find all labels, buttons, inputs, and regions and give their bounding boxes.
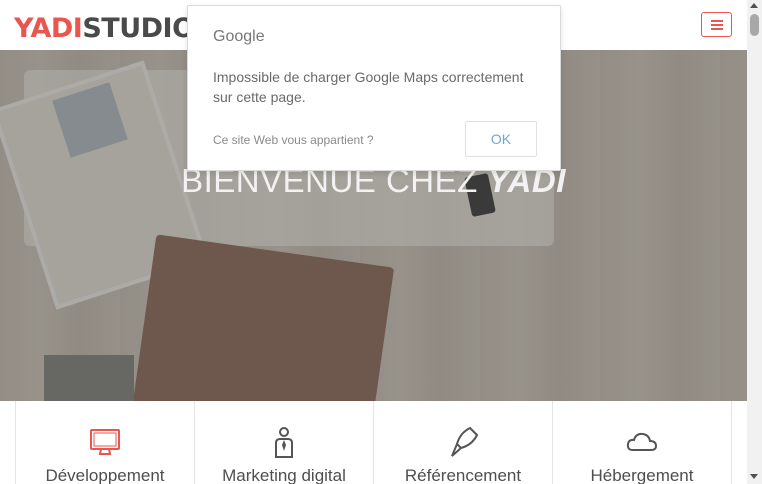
google-maps-error-dialog: Google Impossible de charger Google Maps… — [187, 5, 561, 171]
service-label: Hébergement — [590, 466, 694, 484]
scrollbar-thumb[interactable] — [750, 14, 759, 36]
rocket-icon — [451, 426, 479, 457]
logo[interactable]: YADISTUDIO — [14, 12, 195, 46]
businessman-icon — [275, 427, 293, 458]
dialog-message: Impossible de charger Google Maps correc… — [213, 69, 524, 105]
page: YADISTUDIO BIENVENUE CHEZ YADI Développe… — [0, 0, 747, 484]
services-row: Développement Marketing digital Référenc… — [15, 401, 732, 484]
cloud-icon — [626, 432, 658, 451]
service-label: Référencement — [404, 466, 522, 484]
monitor-icon — [90, 429, 120, 455]
service-label: Développement — [45, 466, 165, 484]
vertical-scrollbar[interactable] — [747, 0, 762, 484]
service-label: Marketing digital — [222, 466, 346, 484]
service-seo[interactable]: Référencement — [374, 401, 553, 484]
service-hosting[interactable]: Hébergement — [553, 401, 732, 484]
site-owner-link[interactable]: Ce site Web vous appartient ? — [213, 133, 374, 147]
logo-part-2: STUDIO — [82, 13, 195, 44]
logo-part-1: YADI — [14, 13, 83, 44]
service-development[interactable]: Développement — [16, 401, 195, 484]
service-marketing[interactable]: Marketing digital — [195, 401, 374, 484]
hamburger-icon-line — [711, 24, 723, 26]
ok-button[interactable]: OK — [465, 121, 537, 157]
google-logo: Google — [213, 28, 265, 45]
hamburger-icon — [711, 20, 723, 22]
scroll-up-arrow-icon[interactable] — [750, 3, 758, 8]
hamburger-icon-line — [711, 28, 723, 30]
scroll-down-arrow-icon[interactable] — [750, 474, 758, 479]
hamburger-menu-button[interactable] — [701, 12, 732, 37]
